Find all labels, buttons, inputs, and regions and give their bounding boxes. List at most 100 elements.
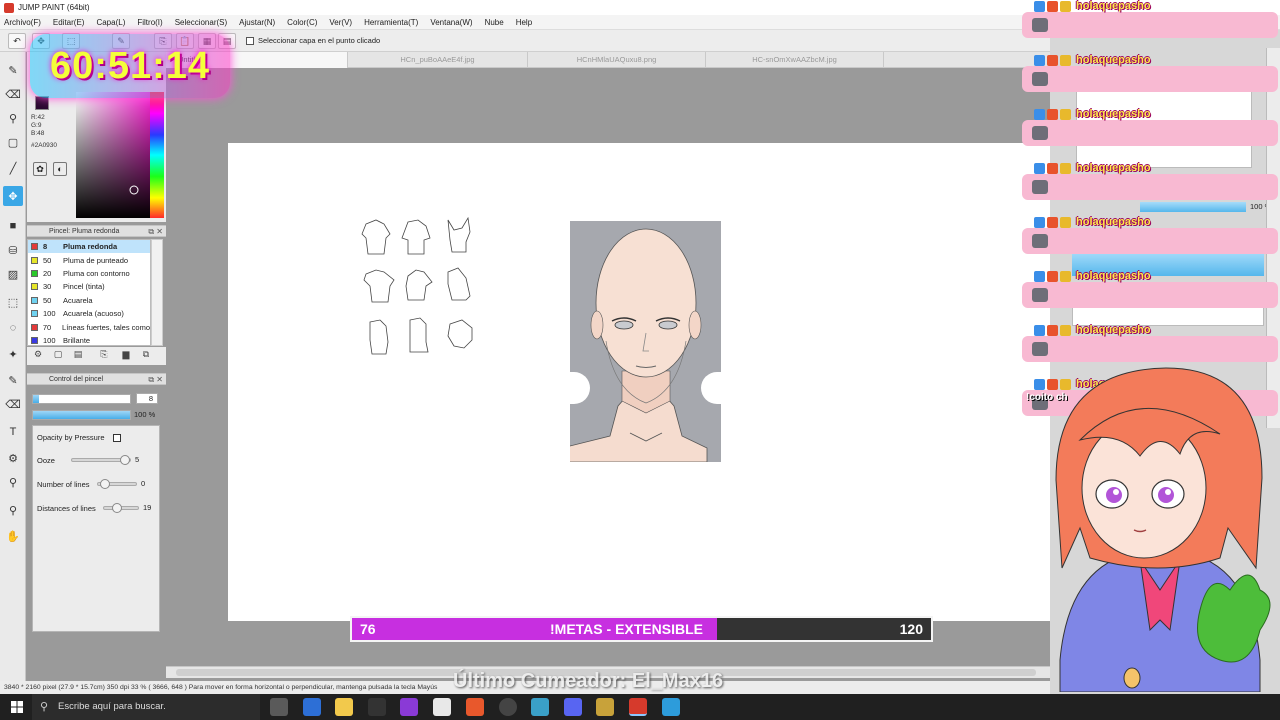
magic-wand-tool-icon[interactable]: ✦ (3, 344, 23, 364)
brush-size: 8 (43, 242, 48, 252)
new-brush-icon[interactable]: ▢ (51, 349, 65, 363)
lasso-tool-icon[interactable]: ◌ (3, 318, 23, 338)
menu-item[interactable]: Herramienta(T) (364, 18, 418, 27)
menu-item[interactable]: Capa(L) (96, 18, 125, 27)
brave-browser-icon[interactable] (466, 698, 484, 716)
taskview-icon[interactable] (270, 698, 288, 716)
brush-opacity-slider[interactable] (32, 410, 131, 420)
brush-item[interactable]: 30 Pincel (tinta) (28, 280, 150, 293)
current-color-swatch[interactable] (35, 96, 49, 110)
brush-name: Pluma de punteado (63, 255, 129, 265)
pen-tool-icon[interactable]: ✎ (3, 60, 23, 80)
brush-item[interactable]: 8 Pluma redonda (28, 240, 150, 254)
chat-emote-icon (1032, 234, 1048, 248)
line-tool-icon[interactable]: ╱ (3, 158, 23, 178)
opacity-by-pressure-checkbox[interactable] (112, 433, 121, 442)
undo-icon[interactable]: ↶ (8, 33, 26, 49)
brush-item[interactable]: 50 Pluma de punteado (28, 253, 150, 266)
brush-color-swatch (31, 243, 38, 251)
fill-rect-tool-icon[interactable]: ■ (3, 216, 23, 236)
brush-size-slider[interactable] (32, 394, 131, 404)
hand-tool-icon[interactable]: ✋ (3, 526, 23, 546)
menu-item[interactable]: Editar(E) (53, 18, 85, 27)
bucket-tool-icon[interactable]: ⛁ (3, 240, 23, 260)
select-layer-checkbox[interactable] (246, 36, 254, 45)
brush-color-swatch (31, 336, 38, 344)
color-wheel-icon[interactable]: ◐ (53, 162, 67, 176)
brush-opacity-fill (33, 411, 130, 419)
brush-copy-icon[interactable]: ⎘ (97, 349, 111, 363)
dropper-tool-icon[interactable]: ⚲ (3, 472, 23, 492)
ooze-slider[interactable] (71, 455, 131, 465)
chat-badge-icon (1047, 108, 1058, 120)
select-layer-option[interactable]: Seleccionar capa en el punto clicado (246, 36, 380, 45)
lines-knob[interactable] (100, 479, 110, 489)
brush-item[interactable]: 70 Líneas fuertes, tales como (28, 320, 150, 333)
brush-color-swatch (31, 296, 38, 304)
notion-icon[interactable] (368, 698, 386, 716)
text-tool-icon[interactable]: T (3, 422, 23, 442)
lines-slider[interactable] (97, 479, 137, 489)
select-tool-icon[interactable]: ⬚ (3, 292, 23, 312)
select-pen-tool-icon[interactable]: ✎ (3, 370, 23, 390)
rect-tool-icon[interactable]: ▢ (3, 132, 23, 152)
game-app-icon[interactable] (531, 698, 549, 716)
menu-item[interactable]: Ajustar(N) (239, 18, 275, 27)
menu-item[interactable]: Ventana(W) (430, 18, 472, 27)
brush-list-scrollbar[interactable] (151, 239, 163, 346)
jump-paint-taskbar-icon[interactable] (629, 698, 647, 716)
eraser-tool-icon[interactable]: ⌫ (3, 84, 23, 104)
close-icon[interactable]: ⧉ ✕ (148, 374, 163, 385)
file-explorer-icon[interactable] (335, 698, 353, 716)
operation-tool-icon[interactable]: ⚙ (3, 448, 23, 468)
brush-settings-icon[interactable]: ⚙ (31, 349, 45, 363)
menu-item[interactable]: Filtro(I) (137, 18, 162, 27)
menu-item[interactable]: Color(C) (287, 18, 317, 27)
face-reference-image[interactable] (570, 221, 721, 462)
brush-folder-icon[interactable]: ▆ (119, 349, 133, 363)
hue-slider[interactable] (150, 92, 164, 218)
menu-item[interactable]: Archivo(F) (4, 18, 41, 27)
brush-item[interactable]: 100 Acuarela (acuoso) (28, 307, 150, 320)
brush-size-value[interactable]: 8 (136, 393, 158, 404)
blue-app-icon[interactable] (662, 698, 680, 716)
menu-item[interactable]: Nube (485, 18, 504, 27)
move-tool-icon[interactable]: ✥ (3, 186, 23, 206)
color-sv-square[interactable] (76, 92, 150, 218)
dist-slider[interactable] (103, 503, 139, 513)
dist-knob[interactable] (112, 503, 122, 513)
brush-delete-icon[interactable]: ⧉ (139, 349, 153, 363)
app-shield-icon[interactable] (303, 698, 321, 716)
taskbar-search[interactable]: ⚲ Escribe aquí para buscar. (32, 694, 260, 720)
opacity-by-pressure-row[interactable]: Opacity by Pressure (37, 433, 121, 442)
tab-image-2[interactable]: HCnHMlaUAQuxu8.png (528, 52, 706, 68)
obs-icon[interactable] (499, 698, 517, 716)
ooze-knob[interactable] (120, 455, 130, 465)
menu-item[interactable]: Help (516, 18, 532, 27)
pen-app-icon[interactable] (400, 698, 418, 716)
tab-image-1[interactable]: HCn_puBoAAeE4f.jpg (348, 52, 528, 68)
palette-icon[interactable]: ✿ (33, 162, 47, 176)
brush-menu-icon[interactable]: ▤ (71, 349, 85, 363)
brush-item[interactable]: 100 Brillante (28, 334, 150, 347)
windows-start-icon[interactable] (4, 694, 30, 720)
discord-icon[interactable] (564, 698, 582, 716)
gradient-tool-icon[interactable]: ▨ (3, 264, 23, 284)
tab-image-3[interactable]: HC-snOmXwAAZbcM.jpg (706, 52, 884, 68)
close-icon[interactable]: ⧉ ✕ (148, 226, 163, 237)
chat-username: holaquepasho (1076, 108, 1151, 120)
eyedropper-tool-icon[interactable]: ⚲ (3, 108, 23, 128)
shirt-reference-image[interactable] (360, 216, 478, 364)
dropper2-tool-icon[interactable]: ⚲ (3, 500, 23, 520)
chat-username: holaquepasho (1076, 324, 1151, 336)
brush-item[interactable]: 50 Acuarela (28, 294, 150, 307)
select-eraser-tool-icon[interactable]: ⌫ (3, 394, 23, 414)
menu-item[interactable]: Seleccionar(S) (175, 18, 227, 27)
brush-toolbar: ⚙ ▢ ▤ ⎘ ▆ ⧉ (27, 347, 166, 365)
goal-current: 76 (360, 621, 376, 637)
brush-item[interactable]: 20 Pluma con contorno (28, 267, 150, 280)
ms-store-icon[interactable] (433, 698, 451, 716)
screen: { "window": { "title": "JUMP PAINT (64bi… (0, 0, 1280, 720)
media-app-icon[interactable] (596, 698, 614, 716)
menu-item[interactable]: Ver(V) (329, 18, 352, 27)
